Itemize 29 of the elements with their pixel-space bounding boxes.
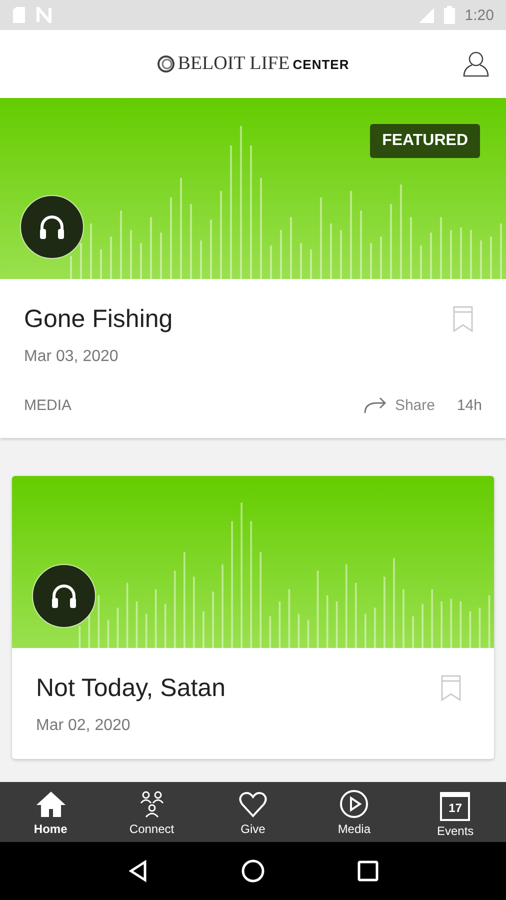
nav-tab[interactable]: 17 Events — [415, 786, 496, 838]
nav-tab[interactable]: Home — [10, 788, 91, 836]
card-title: Gone Fishing — [24, 305, 173, 334]
card-date: Mar 03, 2020 — [24, 348, 120, 366]
nav-tab[interactable]: Media — [314, 788, 394, 836]
card-category: MEDIA — [24, 396, 72, 414]
home-button-icon[interactable] — [240, 859, 265, 883]
nav-tab[interactable]: Connect — [112, 788, 192, 836]
logo-icon — [156, 55, 175, 73]
n-icon — [36, 7, 52, 23]
nav-tab[interactable]: Give — [212, 788, 293, 836]
card-title: Not Today, Satan — [36, 674, 226, 703]
play-icon — [339, 788, 370, 818]
signal-icon — [418, 7, 434, 23]
card-date: Mar 02, 2020 — [36, 717, 132, 735]
sd-card-icon — [12, 6, 26, 24]
battery-icon — [444, 6, 455, 24]
recents-icon[interactable] — [356, 859, 380, 883]
status-time: 1:20 — [464, 6, 494, 24]
logo-subtext: CENTER — [292, 57, 350, 72]
calendar-icon: 17 — [440, 792, 470, 821]
media-card[interactable]: Not Today, Satan Mar 02, 2020 — [12, 476, 494, 759]
logo-text: BELOIT LIFE — [178, 53, 290, 75]
card-age: 14h — [456, 396, 482, 414]
media-card[interactable]: FEATURED Gone Fishing Mar 03, 2020 MEDIA Share 14h — [0, 98, 506, 438]
share-button[interactable]: Share — [362, 396, 435, 414]
share-icon — [362, 396, 387, 414]
user-icon[interactable] — [462, 50, 490, 78]
featured-badge: FEATURED — [370, 124, 480, 158]
